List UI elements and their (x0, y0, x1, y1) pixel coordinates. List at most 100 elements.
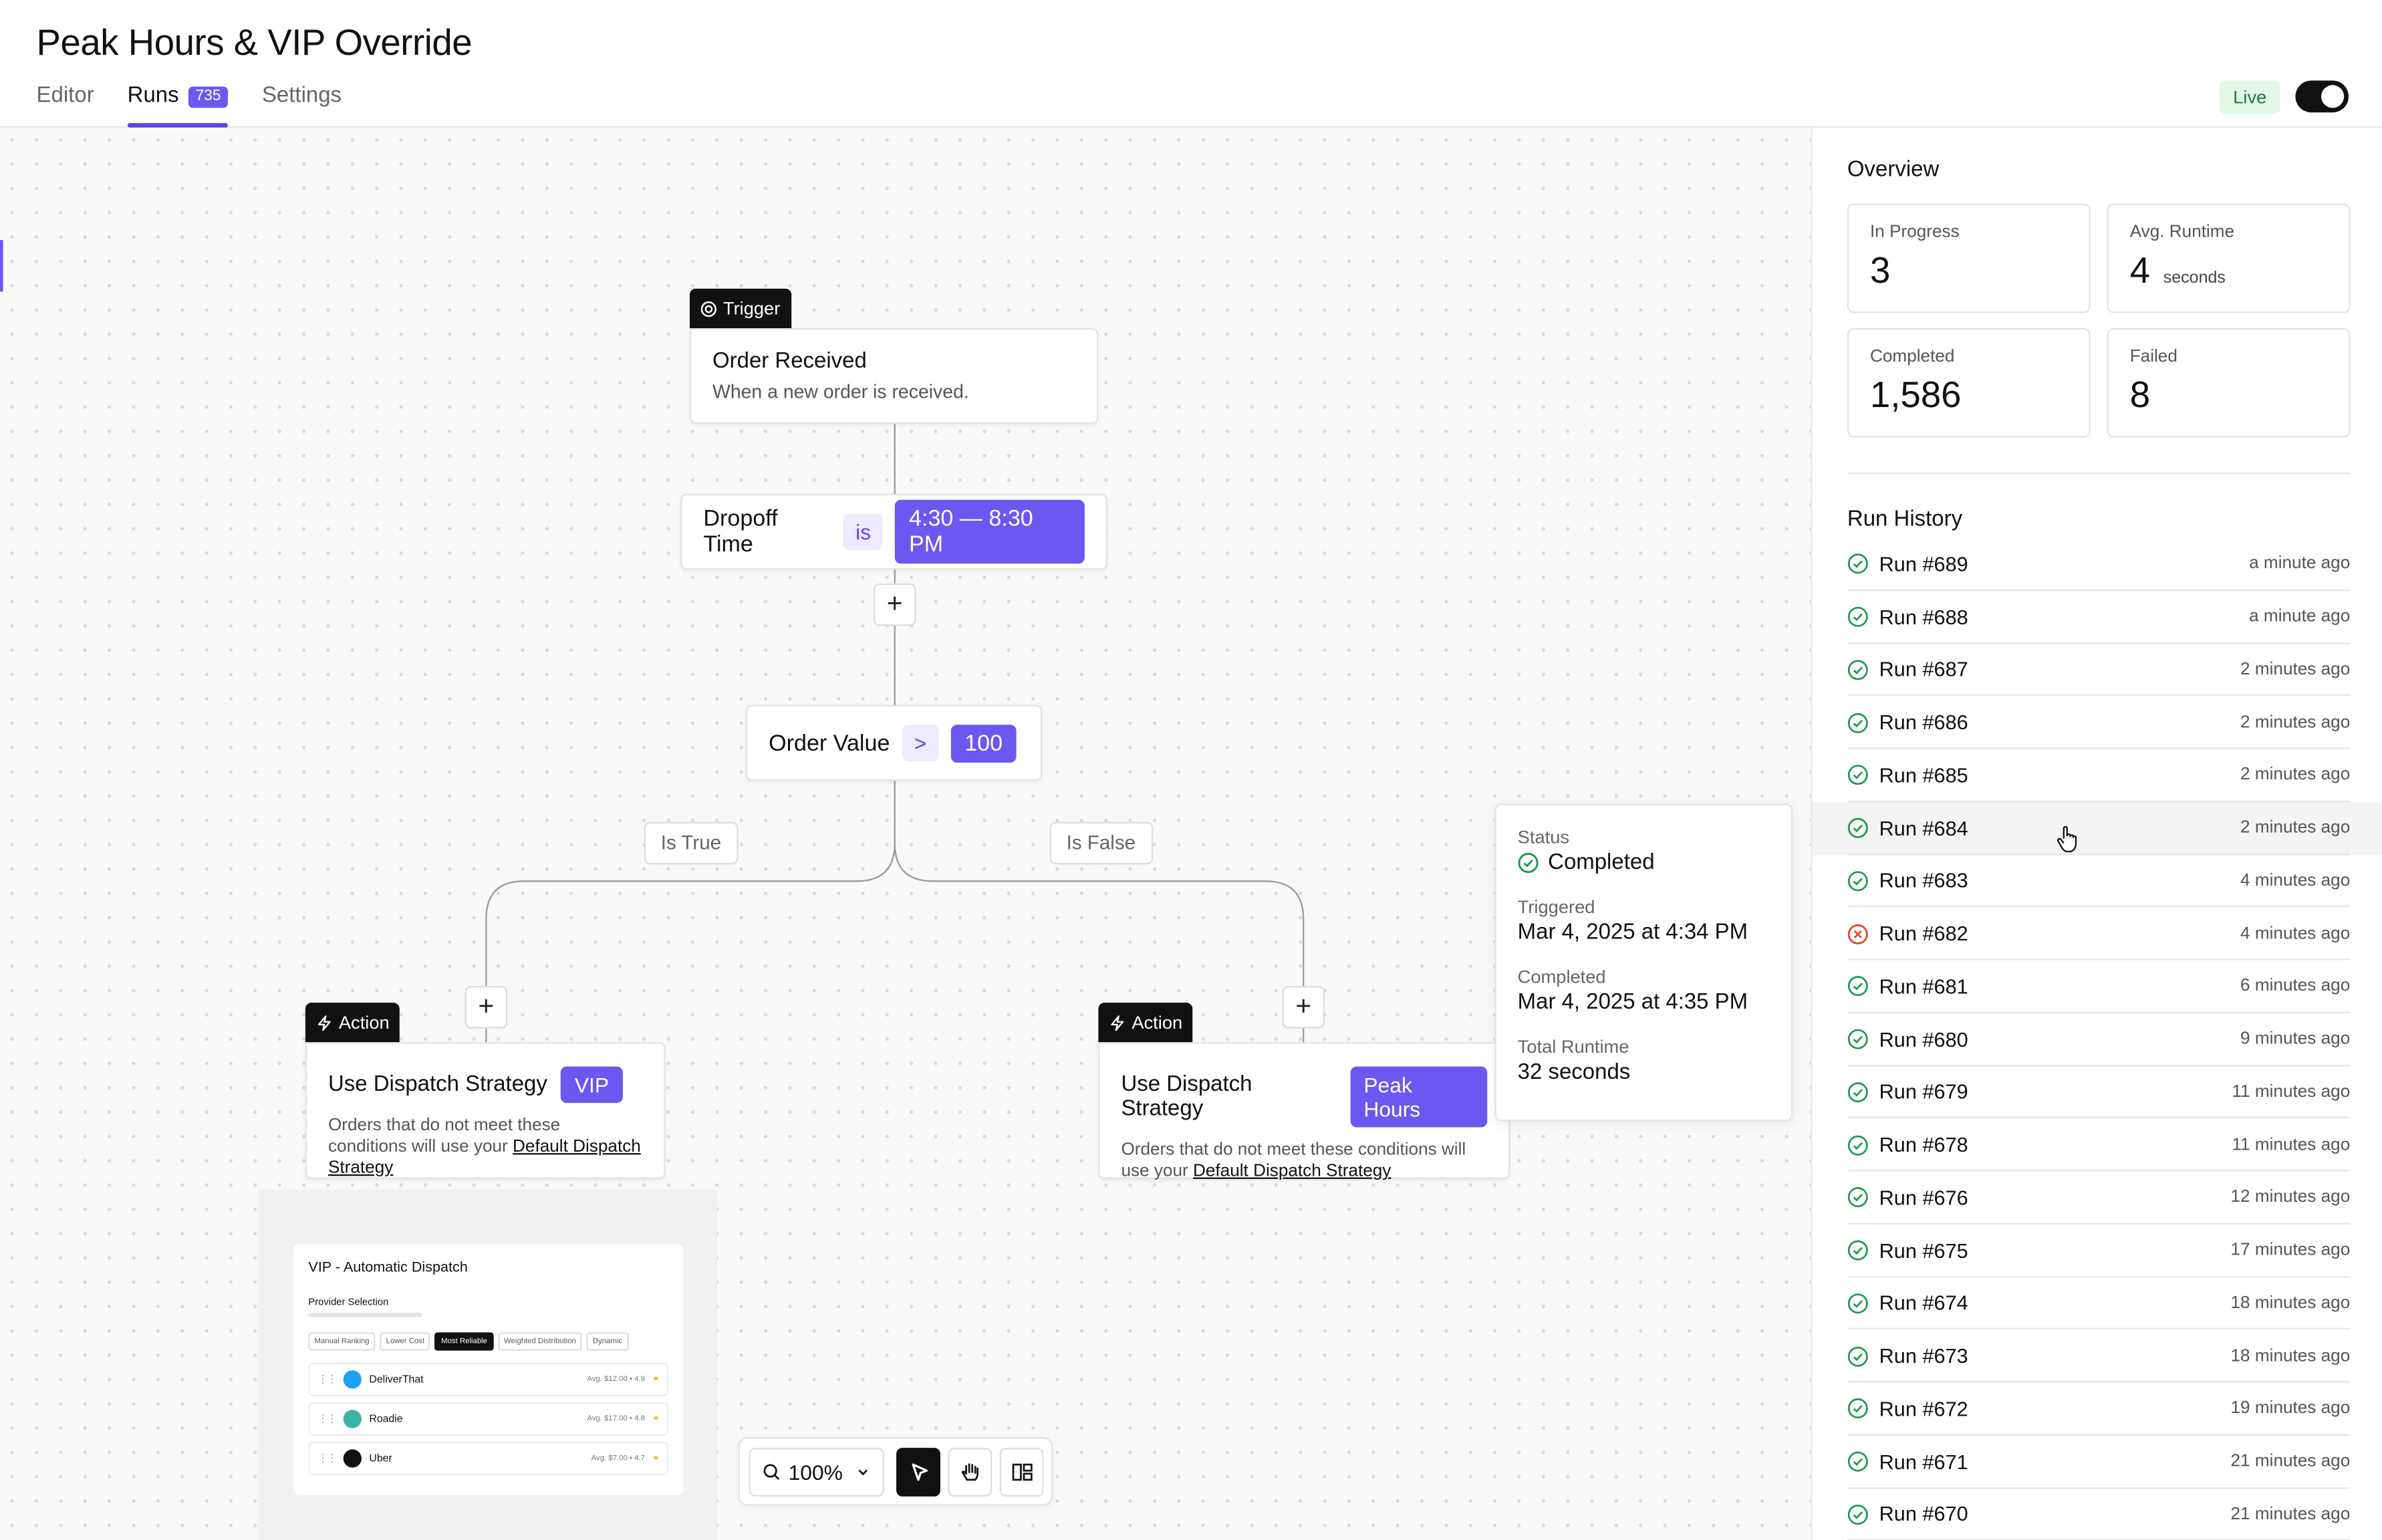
run-time: 19 minutes ago (2230, 1400, 2351, 1418)
run-history-row[interactable]: Run #681 6 minutes ago (1813, 960, 2382, 1013)
strategy-preview-card[interactable]: VIP - Automatic Dispatch Provider Select… (293, 1244, 684, 1495)
preview-underline (308, 1312, 422, 1317)
run-detail-popover: Status Completed Triggered Mar 4, 2025 a… (1494, 803, 1793, 1122)
run-history-row[interactable]: Run #673 18 minutes ago (1813, 1329, 2382, 1382)
run-history-row[interactable]: Run #670 21 minutes ago (1813, 1488, 2382, 1540)
run-history-row[interactable]: Run #684 2 minutes ago (1812, 801, 2382, 855)
condition-operator[interactable]: > (902, 725, 939, 761)
drag-handle-icon[interactable]: ⋮⋮ (317, 1374, 338, 1386)
add-step-button[interactable]: + (873, 583, 916, 626)
check-circle-icon (1847, 660, 1868, 680)
layout-icon (1011, 1463, 1032, 1481)
action-tag-label: Action (1132, 1011, 1183, 1033)
zoom-select[interactable]: 100% (749, 1448, 884, 1497)
check-circle-icon (1847, 1134, 1868, 1155)
run-history-row[interactable]: Run #689 a minute ago (1813, 538, 2382, 591)
action-tag: Action (305, 1003, 400, 1043)
hand-icon (960, 1463, 978, 1481)
preview-provider-row[interactable]: ⋮⋮ Uber Avg. $7.00 • 4.7 ★ (308, 1442, 669, 1476)
drag-handle-icon[interactable]: ⋮⋮ (317, 1413, 338, 1425)
check-circle-icon (1847, 1081, 1868, 1102)
run-time: 2 minutes ago (2240, 660, 2351, 679)
preview-strategy-chip[interactable]: Manual Ranking (308, 1332, 376, 1351)
run-name: Run #686 (1879, 711, 1968, 735)
preview-provider-row[interactable]: ⋮⋮ DeliverThat Avg. $12.00 • 4.9 ★ (308, 1362, 669, 1396)
zoom-value: 100% (788, 1460, 843, 1485)
provider-logo (343, 1449, 362, 1468)
strategy-chip-peak-hours[interactable]: Peak Hours (1349, 1066, 1488, 1128)
run-time: 17 minutes ago (2230, 1241, 2351, 1260)
run-time: 9 minutes ago (2240, 1030, 2351, 1049)
provider-meta: Avg. $7.00 • 4.7 (591, 1454, 645, 1463)
run-history-row[interactable]: Run #685 2 minutes ago (1813, 749, 2382, 802)
provider-logo (343, 1410, 362, 1428)
stat-unit: seconds (2163, 269, 2226, 287)
run-history-row[interactable]: Run #671 21 minutes ago (1813, 1435, 2382, 1488)
status-value: Completed (1518, 851, 1770, 875)
live-toggle[interactable] (2295, 80, 2349, 113)
live-status-badge: Live (2219, 80, 2280, 114)
condition-value[interactable]: 100 (950, 724, 1017, 762)
check-circle-icon (1847, 818, 1868, 839)
condition-operator[interactable]: is (843, 513, 884, 550)
default-strategy-link[interactable]: Default Dispatch Strategy (1193, 1162, 1391, 1180)
run-time: 4 minutes ago (2240, 924, 2351, 943)
condition-node-dropoff-time[interactable]: Dropoff Time is 4:30 — 8:30 PM (680, 493, 1107, 570)
check-circle-icon (1847, 1187, 1868, 1208)
strategy-chip-vip[interactable]: VIP (561, 1066, 623, 1104)
condition-field: Order Value (769, 730, 890, 756)
stat-value-number: 8 (2129, 375, 2151, 416)
run-history-row[interactable]: Run #676 12 minutes ago (1813, 1171, 2382, 1224)
preview-strategy-chip[interactable]: Most Reliable (435, 1332, 494, 1351)
action-node-vip[interactable]: Use Dispatch Strategy VIP Orders that do… (305, 1042, 666, 1179)
run-history-row[interactable]: Run #686 2 minutes ago (1813, 696, 2382, 749)
run-history-row[interactable]: Run #682 4 minutes ago (1813, 908, 2382, 960)
run-time: a minute ago (2249, 555, 2351, 573)
run-history-row[interactable]: Run #672 19 minutes ago (1813, 1382, 2382, 1435)
run-name: Run #671 (1879, 1450, 1968, 1473)
condition-value[interactable]: 4:30 — 8:30 PM (895, 499, 1085, 564)
add-step-button[interactable]: + (1282, 986, 1325, 1029)
status-label: Status (1517, 826, 1570, 848)
action-tag-label: Action (338, 1011, 390, 1033)
run-history-row[interactable]: Run #688 a minute ago (1813, 591, 2382, 644)
check-circle-icon (1847, 871, 1868, 892)
stat-in-progress: In Progress 3 (1847, 203, 2091, 313)
check-circle-icon (1847, 1345, 1868, 1366)
stat-label: In Progress (1870, 223, 1960, 242)
trigger-node[interactable]: Order Received When a new order is recei… (689, 328, 1099, 424)
run-name: Run #684 (1879, 816, 1968, 840)
action-node-peak-hours[interactable]: Use Dispatch Strategy Peak Hours Orders … (1098, 1042, 1510, 1180)
lightning-icon (1111, 1015, 1124, 1031)
add-step-button[interactable]: + (465, 986, 508, 1029)
stat-value-number: 1,586 (1870, 375, 1962, 416)
runs-sidebar: Overview In Progress 3 Avg. Runtime 4 se… (1811, 127, 2382, 1540)
trigger-tag: Trigger (689, 288, 791, 328)
drag-handle-icon[interactable]: ⋮⋮ (317, 1452, 338, 1464)
status-value-text: Completed (1548, 850, 1655, 876)
provider-name: Roadie (369, 1413, 403, 1424)
run-history-row[interactable]: Run #675 17 minutes ago (1813, 1224, 2382, 1277)
mouse-hand-cursor-icon (2057, 825, 2077, 853)
preview-strategy-chip[interactable]: Lower Cost (380, 1332, 431, 1351)
layout-tool-button[interactable] (999, 1448, 1044, 1497)
star-icon: ★ (652, 1375, 660, 1384)
run-history-row[interactable]: Run #683 4 minutes ago (1813, 855, 2382, 908)
star-icon: ★ (652, 1414, 660, 1424)
run-history-list: Run #689 a minute ago Run #688 a minute ago… (1812, 538, 2382, 1540)
pointer-tool-button[interactable] (896, 1448, 940, 1497)
condition-node-order-value[interactable]: Order Value > 100 (746, 704, 1043, 781)
preview-strategy-chip[interactable]: Weighted Distribution (497, 1332, 582, 1351)
check-circle-icon (1847, 713, 1868, 733)
target-icon (700, 300, 717, 317)
run-history-row[interactable]: Run #678 11 minutes ago (1813, 1118, 2382, 1171)
lightning-icon (317, 1015, 331, 1031)
stat-failed: Failed 8 (2107, 328, 2351, 438)
hand-tool-button[interactable] (948, 1448, 992, 1497)
run-history-row[interactable]: Run #687 2 minutes ago (1813, 644, 2382, 696)
preview-strategy-chip[interactable]: Dynamic (586, 1332, 629, 1351)
preview-provider-row[interactable]: ⋮⋮ Roadie Avg. $17.00 • 4.8 ★ (308, 1402, 669, 1436)
run-history-row[interactable]: Run #679 11 minutes ago (1813, 1065, 2382, 1118)
run-history-row[interactable]: Run #680 9 minutes ago (1813, 1013, 2382, 1065)
run-history-row[interactable]: Run #674 18 minutes ago (1813, 1277, 2382, 1329)
